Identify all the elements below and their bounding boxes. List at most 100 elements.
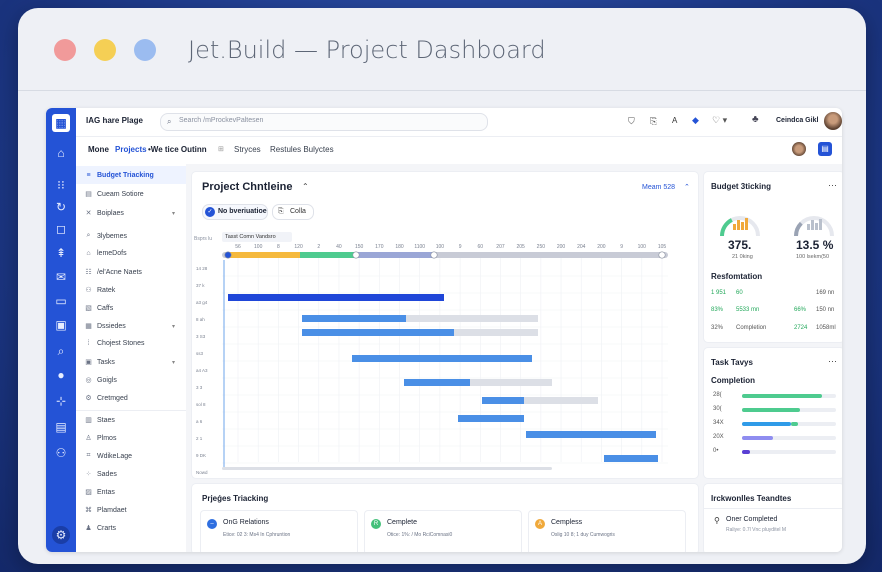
budget-cell: 2724 xyxy=(794,325,808,331)
sidebar-item[interactable]: ☷ /el'Acne Naets xyxy=(84,268,142,277)
chat-icon[interactable]: ◻ xyxy=(52,220,70,238)
subnav-stryces[interactable]: Stryces xyxy=(234,145,261,154)
heart-dropdown-icon[interactable]: ♡ ▾ xyxy=(712,115,727,126)
clipboard-icon[interactable]: ⎘ xyxy=(650,116,657,127)
gantt-bar[interactable] xyxy=(228,294,444,301)
small-avatar[interactable] xyxy=(792,142,806,156)
sidebar-item[interactable]: ⌗ WdikeLage xyxy=(84,452,133,460)
monitor-icon[interactable]: ▭ xyxy=(52,292,70,310)
sidebar-item[interactable]: ▨ Entas xyxy=(84,488,115,497)
sidebar-item[interactable]: ♟ Crarts xyxy=(84,524,116,533)
chevron-down-icon[interactable]: ▾ xyxy=(172,210,175,217)
subnav-mone[interactable]: Mone xyxy=(88,145,109,154)
budget-cell: 150 nn xyxy=(816,307,835,313)
timeline-milestone[interactable] xyxy=(352,251,360,259)
sidebar-item[interactable]: ▣ Tasks ▾ xyxy=(84,358,175,367)
user-icon: ♙ xyxy=(85,435,92,442)
sidebar-item[interactable]: ⌕ 3lybemes xyxy=(84,232,127,240)
chevron-up-icon[interactable]: ⌃ xyxy=(684,183,690,191)
upload-icon[interactable]: ⇞ xyxy=(52,244,70,262)
chevron-down-icon[interactable]: ▾ xyxy=(172,359,175,366)
notification-icon[interactable]: ◆ xyxy=(692,115,699,126)
task-row-label: 30( xyxy=(713,406,722,412)
gantt-bar[interactable] xyxy=(482,397,524,404)
user-icon[interactable]: ● xyxy=(52,366,70,384)
sidebar-item[interactable]: ▤ Cueam Sotiore xyxy=(84,190,144,199)
teams-sub: Raliye: 0.7l Vnc pluyditel M xyxy=(726,527,787,533)
gantt-bar[interactable] xyxy=(302,329,454,336)
search-box[interactable]: ⌕ Search /mProckevPaltesen xyxy=(160,113,488,131)
gantt-bar[interactable] xyxy=(604,455,658,462)
row-label: a3 g4 xyxy=(196,300,208,305)
gantt-bar[interactable] xyxy=(404,379,470,386)
subnav-projects[interactable]: Projects xyxy=(115,145,147,154)
titlebar-divider xyxy=(18,90,866,91)
network-icon[interactable]: ⊹ xyxy=(52,392,70,410)
calendar-icon[interactable]: ▤ xyxy=(52,418,70,436)
user-name[interactable]: Ceindca Gikl xyxy=(776,117,818,124)
progress-item[interactable]: A Cempless Oslig 10 8; 1 duy Cumwogris xyxy=(528,510,686,552)
sidebar-item-label: Cueam Sotiore xyxy=(97,190,144,198)
bell-icon[interactable]: ✉ xyxy=(52,268,70,286)
row-label: a 6 xyxy=(196,419,203,424)
cart-icon[interactable]: ⛉ xyxy=(628,116,635,127)
sidebar-item[interactable]: ⚙ Cretmged xyxy=(84,394,127,403)
horizontal-scrollbar[interactable] xyxy=(222,467,552,470)
more-icon[interactable]: ··· xyxy=(828,180,837,190)
sidebar-item[interactable]: ▥ Staes xyxy=(84,416,115,425)
sidebar-item[interactable]: ⚇ Ratek xyxy=(84,286,115,295)
refresh-icon[interactable]: ↻ xyxy=(52,198,70,216)
timeline-milestone[interactable] xyxy=(224,251,232,259)
sidebar-item[interactable]: ≡ Budget Triacking xyxy=(84,172,153,179)
sidebar-item[interactable]: ⌂ lemeDofs xyxy=(84,250,126,257)
chip-colla[interactable]: ⎘ Colla xyxy=(272,204,314,220)
maximize-dot[interactable] xyxy=(134,39,156,61)
text-icon[interactable]: A xyxy=(672,116,677,125)
document-icon: ▤ xyxy=(85,191,92,198)
timeline-milestone[interactable] xyxy=(430,251,438,259)
home-icon[interactable]: ⌂ xyxy=(52,144,70,162)
teams-item[interactable]: Oner Completed xyxy=(726,516,777,523)
search-icon[interactable]: ⌕ xyxy=(52,342,70,360)
more-icon[interactable]: ··· xyxy=(828,356,837,366)
progress-item[interactable]: – OnG Relations Etice: 02 3: Ms4 In Cphrun… xyxy=(200,510,358,552)
budget-cell: Completion xyxy=(736,325,767,331)
search-icon: ⌕ xyxy=(86,232,91,239)
gantt-tooltip: Tasst Comn Vandsro xyxy=(222,232,292,242)
sidebar-item[interactable]: ⌘ Plamdaet xyxy=(84,506,127,515)
grid-icon[interactable]: ⁝⁝ xyxy=(52,176,70,194)
sidebar-item[interactable]: ▦ Dssiedes ▾ xyxy=(84,322,175,331)
avatar[interactable] xyxy=(824,112,842,130)
chevron-down-icon[interactable]: ▾ xyxy=(172,323,175,330)
progress-item[interactable]: R Cemplete Otice: 1%: / Mo RciComnasi0 xyxy=(364,510,522,552)
sidebar-item[interactable]: ✕ Boiplaes ▾ xyxy=(84,209,175,218)
folder-icon[interactable]: ▣ xyxy=(52,316,70,334)
sidebar-item[interactable]: ♙ Plmos xyxy=(84,434,116,443)
window-title: Jet.Build — Project Dashboard xyxy=(188,36,546,64)
settings-icon[interactable]: ⚙ xyxy=(52,526,70,544)
calendar-button[interactable]: ▤ xyxy=(818,142,832,156)
row-label: a4 A3 xyxy=(196,368,208,373)
gantt-bar[interactable] xyxy=(526,431,656,438)
alert-icon[interactable]: ♣ xyxy=(752,114,759,125)
sub-nav: Mone Projects •We tice Outinn ⊞ Stryces … xyxy=(76,136,842,165)
close-dot[interactable] xyxy=(54,39,76,61)
timeline-milestone[interactable] xyxy=(658,251,666,259)
sidebar-item[interactable]: ▧ Caffs xyxy=(84,304,113,313)
tick-label: 9 xyxy=(620,244,623,250)
tick-label: 120 xyxy=(294,244,303,250)
subnav-restules[interactable]: Restules Bulyctes xyxy=(270,145,334,154)
meam-link[interactable]: Meam 528 xyxy=(642,184,675,191)
gantt-bar[interactable] xyxy=(302,315,406,322)
sidebar-item[interactable]: ⁞ Chojest Stones xyxy=(84,340,145,347)
gantt-bar[interactable] xyxy=(458,415,524,422)
chip-no-bveriuatioe[interactable]: ✓ No bveriuatioe xyxy=(202,204,268,220)
grid-app-icon[interactable]: ▦ xyxy=(52,114,70,132)
chevron-up-icon[interactable]: ⌃ xyxy=(302,182,309,191)
team-icon[interactable]: ⚇ xyxy=(52,444,70,462)
sidebar-item[interactable]: ◎ Goigls xyxy=(84,376,116,385)
sidebar-item[interactable]: ⁘ Sades xyxy=(84,470,117,479)
subnav-outinn[interactable]: •We tice Outinn xyxy=(148,145,207,154)
gantt-bar[interactable] xyxy=(352,355,532,362)
minimize-dot[interactable] xyxy=(94,39,116,61)
